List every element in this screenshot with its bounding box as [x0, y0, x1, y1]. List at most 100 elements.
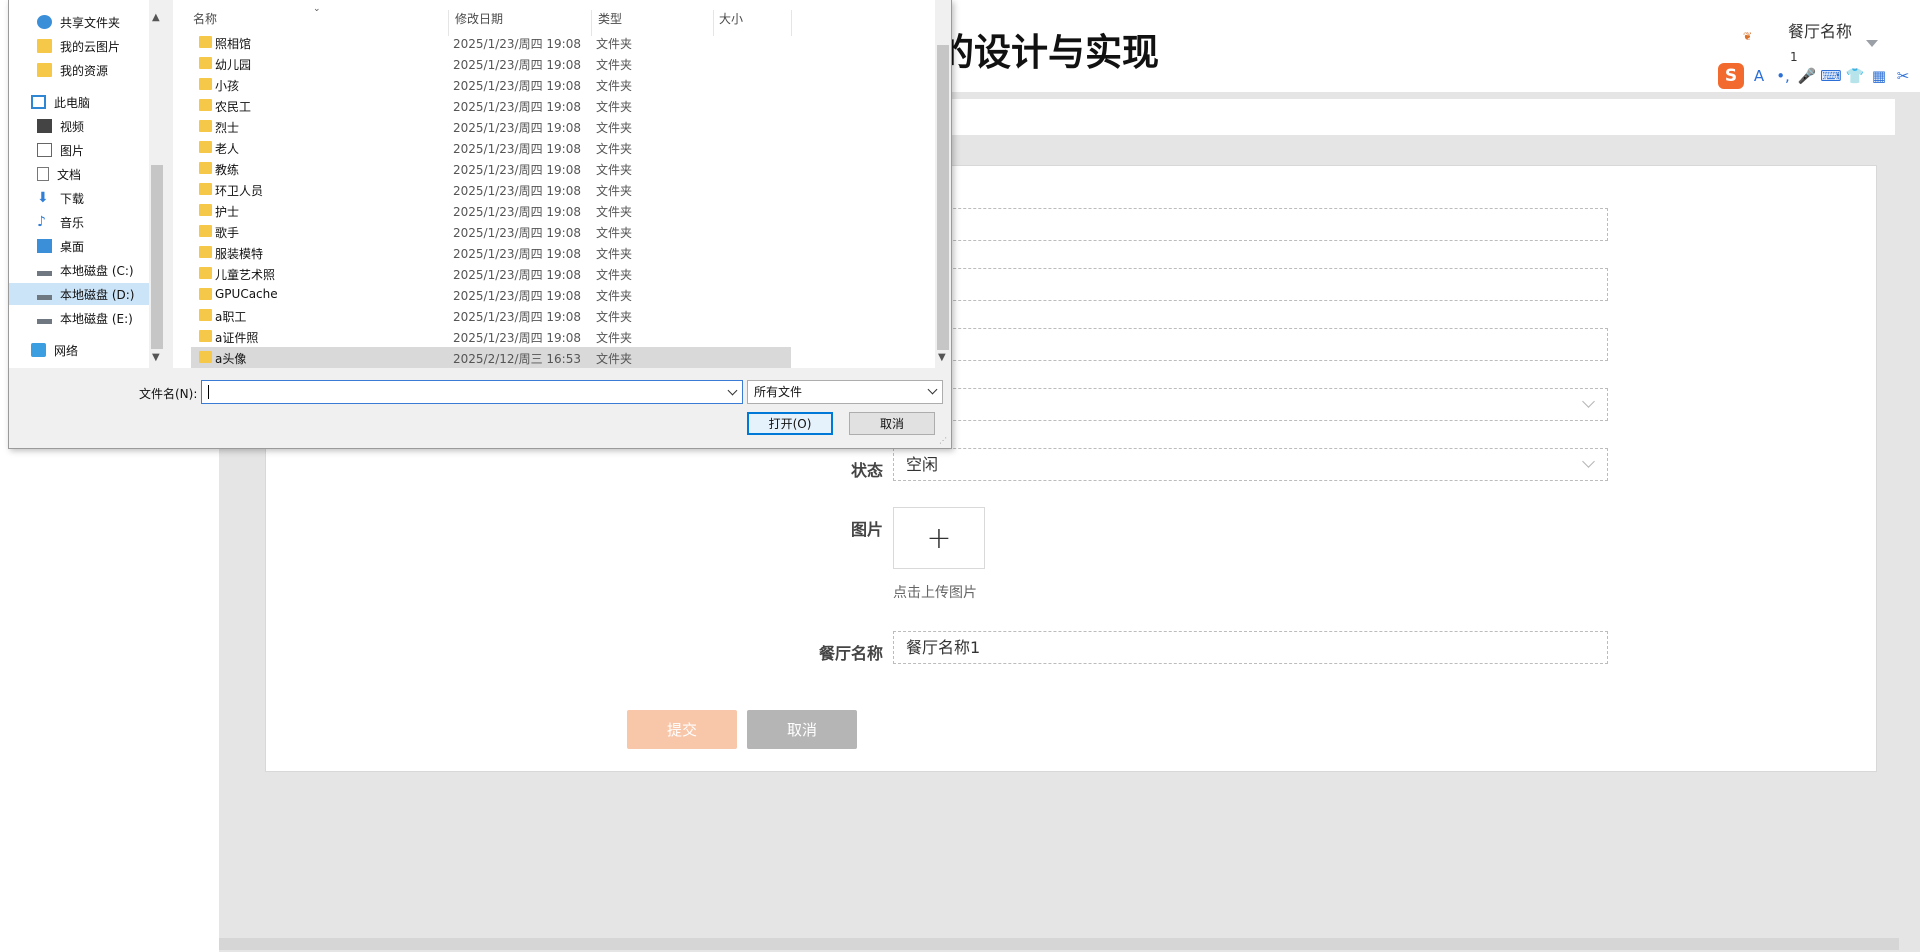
desktop-icon	[37, 239, 52, 253]
nav-item-documents[interactable]: 文档	[37, 163, 155, 185]
file-list-scrollbar-thumb[interactable]	[937, 45, 949, 350]
ime-punctuation-icon[interactable]: •,	[1774, 67, 1792, 85]
file-row[interactable]: 幼儿园 2025/1/23/周四 19:08 文件夹	[191, 53, 791, 74]
nav-item-label: 图片	[60, 143, 85, 158]
chevron-down-icon[interactable]	[727, 385, 738, 396]
file-row[interactable]: GPUCache 2025/1/23/周四 19:08 文件夹	[191, 284, 791, 305]
file-row[interactable]: 烈士 2025/1/23/周四 19:08 文件夹	[191, 116, 791, 137]
nav-item-label: 文档	[57, 167, 82, 182]
text-caret	[208, 385, 209, 399]
folder-icon	[199, 309, 212, 321]
form-field-2[interactable]	[893, 268, 1608, 301]
user-menu-caret-icon[interactable]	[1866, 40, 1878, 47]
file-type: 文件夹	[596, 163, 633, 177]
file-type: 文件夹	[596, 289, 633, 303]
nav-item-shared-folder[interactable]: 共享文件夹	[37, 11, 155, 33]
ime-skin-icon[interactable]: 👕	[1846, 67, 1865, 85]
folder-icon	[199, 330, 212, 342]
nav-item-label: 桌面	[60, 239, 85, 254]
file-row[interactable]: 歌手 2025/1/23/周四 19:08 文件夹	[191, 221, 791, 242]
filename-input[interactable]	[201, 380, 743, 404]
file-date: 2025/1/23/周四 19:08	[453, 226, 581, 240]
submit-button[interactable]: 提交	[627, 710, 737, 749]
restaurant-name-input[interactable]: 餐厅名称1	[893, 631, 1608, 664]
file-row[interactable]: 儿童艺术照 2025/1/23/周四 19:08 文件夹	[191, 263, 791, 284]
file-row[interactable]: 环卫人员 2025/1/23/周四 19:08 文件夹	[191, 179, 791, 200]
file-type: 文件夹	[596, 37, 633, 51]
column-header-date[interactable]: 修改日期	[455, 10, 503, 27]
cancel-button[interactable]: 取消	[747, 710, 857, 749]
file-row[interactable]: 小孩 2025/1/23/周四 19:08 文件夹	[191, 74, 791, 95]
form-field-1[interactable]	[893, 208, 1608, 241]
nav-item-label: 我的资源	[60, 63, 109, 78]
file-name: 护士	[215, 205, 240, 219]
ime-tool-icon[interactable]: ✂	[1894, 67, 1912, 85]
nav-item-desktop[interactable]: 桌面	[37, 235, 155, 257]
column-header-type[interactable]: 类型	[598, 10, 622, 27]
file-row[interactable]: 老人 2025/1/23/周四 19:08 文件夹	[191, 137, 791, 158]
folder-icon	[199, 78, 212, 90]
file-date: 2025/1/23/周四 19:08	[453, 184, 581, 198]
picture-icon	[37, 143, 52, 157]
open-button[interactable]: 打开(O)	[747, 412, 833, 435]
nav-item-music[interactable]: ♪ 音乐	[37, 211, 155, 233]
form-field-3[interactable]	[893, 328, 1608, 361]
file-row[interactable]: 照相馆 2025/1/23/周四 19:08 文件夹	[191, 32, 791, 53]
file-row[interactable]: a职工 2025/1/23/周四 19:08 文件夹	[191, 305, 791, 326]
dialog-cancel-button[interactable]: 取消	[849, 412, 935, 435]
nav-item-drive-e[interactable]: 本地磁盘 (E:)	[37, 307, 155, 329]
form-select-1[interactable]	[893, 388, 1608, 421]
download-icon: ⬇	[37, 190, 49, 206]
nav-item-drive-d[interactable]: 本地磁盘 (D:)	[9, 283, 149, 305]
nav-item-network[interactable]: 网络	[31, 339, 149, 361]
document-icon	[37, 167, 49, 181]
ime-keyboard-icon[interactable]: ⌨	[1820, 67, 1842, 85]
scroll-down-icon[interactable]: ▼	[152, 352, 160, 363]
sogou-logo-icon[interactable]: S	[1718, 63, 1744, 89]
file-row[interactable]: 服装模特 2025/1/23/周四 19:08 文件夹	[191, 242, 791, 263]
nav-item-my-resources[interactable]: 我的资源	[37, 59, 155, 81]
scroll-down-icon[interactable]: ▼	[938, 352, 946, 363]
user-avatar[interactable]: ❦	[1743, 30, 1769, 52]
nav-item-downloads[interactable]: ⬇ 下载	[37, 187, 155, 209]
ime-language-icon[interactable]: A	[1750, 67, 1768, 85]
ime-toolbox-icon[interactable]: ▦	[1870, 67, 1888, 85]
file-type: 文件夹	[596, 205, 633, 219]
nav-item-pictures[interactable]: 图片	[37, 139, 155, 161]
nav-scrollbar-thumb[interactable]	[151, 165, 163, 349]
folder-icon	[199, 99, 212, 111]
drive-icon	[37, 318, 52, 324]
file-row[interactable]: 教练 2025/1/23/周四 19:08 文件夹	[191, 158, 791, 179]
drive-icon	[37, 270, 52, 276]
nav-item-drive-c[interactable]: 本地磁盘 (C:)	[37, 259, 155, 281]
file-type-select[interactable]: 所有文件	[747, 380, 943, 404]
file-date: 2025/1/23/周四 19:08	[453, 37, 581, 51]
nav-item-label: 网络	[54, 343, 79, 358]
file-row[interactable]: a头像 2025/2/12/周三 16:53 文件夹	[191, 347, 791, 368]
file-date: 2025/1/23/周四 19:08	[453, 58, 581, 72]
drive-icon	[37, 294, 52, 300]
folder-icon	[199, 288, 212, 300]
nav-item-label: 下载	[60, 191, 85, 206]
column-separator[interactable]	[791, 10, 792, 36]
horizontal-scrollbar[interactable]	[219, 938, 1899, 950]
ime-voice-icon[interactable]: 🎤	[1798, 67, 1817, 85]
file-row[interactable]: 护士 2025/1/23/周四 19:08 文件夹	[191, 200, 791, 221]
sort-indicator-icon: ⌄	[313, 4, 321, 14]
user-name[interactable]: 餐厅名称	[1788, 18, 1852, 42]
resize-grip-icon[interactable]: ⋰	[939, 436, 949, 446]
nav-item-cloud-pictures[interactable]: 我的云图片	[37, 35, 155, 57]
file-name: 农民工	[215, 100, 252, 114]
nav-item-videos[interactable]: 视频	[37, 115, 155, 137]
column-header-name[interactable]: 名称	[193, 10, 217, 27]
nav-item-this-pc[interactable]: 此电脑	[31, 91, 149, 113]
scroll-up-icon[interactable]: ▲	[152, 12, 160, 23]
folder-icon	[199, 246, 212, 258]
column-header-size[interactable]: 大小	[719, 10, 743, 27]
status-select[interactable]: 空闲	[893, 448, 1608, 481]
file-list-pane: 名称 修改日期 类型 大小 ⌄ 照相馆 2025/1/23/周四 19:08 文件夹…	[173, 0, 943, 368]
file-row[interactable]: 农民工 2025/1/23/周四 19:08 文件夹	[191, 95, 791, 116]
folder-icon	[199, 204, 212, 216]
file-row[interactable]: a证件照 2025/1/23/周四 19:08 文件夹	[191, 326, 791, 347]
image-upload-button[interactable]: +	[893, 507, 985, 569]
